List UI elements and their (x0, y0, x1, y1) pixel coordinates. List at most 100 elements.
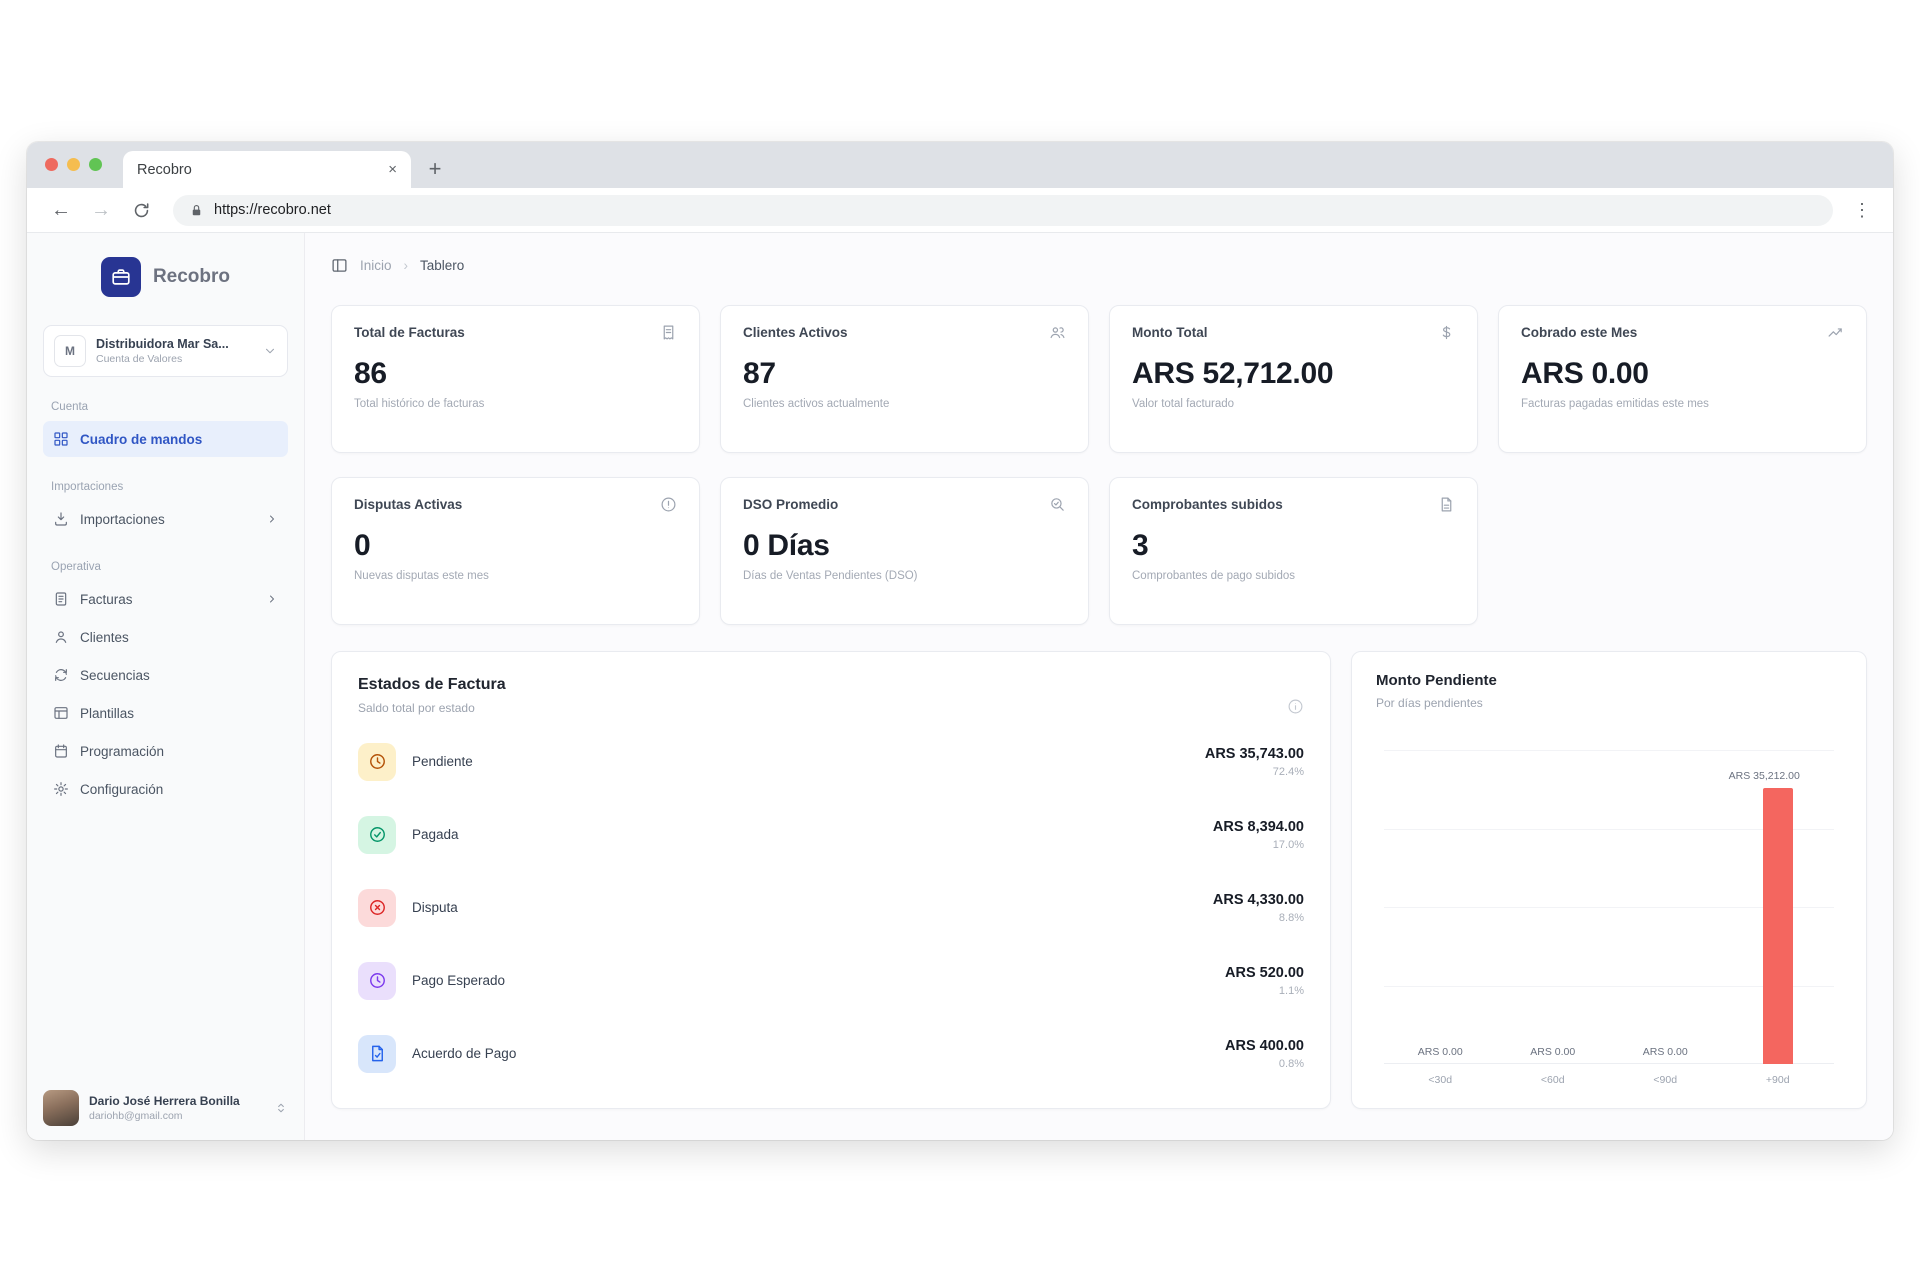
back-button[interactable]: ← (43, 192, 79, 228)
stat-card-total-de-facturas: Total de Facturas86Total histórico de fa… (331, 305, 700, 453)
lock-icon (189, 203, 204, 218)
trend-icon (1827, 324, 1844, 341)
sidebar-item-facturas[interactable]: Facturas (43, 581, 288, 617)
chart-category-label: <90d (1653, 1074, 1677, 1086)
sidebar-item-label: Cuadro de mandos (80, 432, 202, 447)
card-value: ARS 0.00 (1521, 357, 1844, 391)
chart-category-label: <60d (1541, 1074, 1565, 1086)
briefcase-logo-icon (101, 257, 141, 297)
dollar-icon (1438, 324, 1455, 341)
stat-card-cobrado-este-mes: Cobrado este Mes ARS 0.00 Facturas pagadas… (1498, 305, 1867, 453)
chevron-right-icon (266, 593, 278, 605)
card-value: 87 (743, 357, 1066, 391)
card-value: 0 Días (743, 529, 1066, 563)
estado-pct: 0.8% (1225, 1058, 1304, 1070)
estado-list: PendienteARS 35,743.0072.4% Pagada ARS 8,3… (358, 725, 1304, 1090)
user-icon (53, 629, 69, 645)
estado-row-pendiente: PendienteARS 35,743.0072.4% (358, 743, 1304, 781)
chart-bar-value-label: ARS 0.00 (1530, 1046, 1575, 1058)
card-subtitle: Comprobantes de pago subidos (1132, 570, 1455, 582)
sidebar-item-label: Programación (80, 744, 164, 759)
estado-label: Pago Esperado (412, 973, 505, 988)
maximize-window-button[interactable] (89, 158, 102, 171)
url-text: https://recobro.net (214, 202, 331, 218)
tab-strip: Recobro × + (27, 142, 1893, 188)
sidebar-item-label: Importaciones (80, 512, 165, 527)
monto-pendiente-panel: Monto Pendiente Por días pendientes ARS … (1351, 651, 1867, 1109)
card-value: 3 (1132, 529, 1455, 563)
stat-card-dso-promedio: DSO Promedio 0 Días Días de Ventas Pendien… (720, 477, 1089, 625)
minimize-window-button[interactable] (67, 158, 80, 171)
card-title: Monto Total (1132, 325, 1207, 340)
card-title: DSO Promedio (743, 497, 838, 512)
sidebar-item-label: Clientes (80, 630, 129, 645)
card-value: 86 (354, 357, 677, 391)
file-icon (1438, 496, 1455, 513)
app-logo[interactable]: Recobro (43, 257, 288, 297)
card-subtitle: Total histórico de facturas (354, 398, 677, 410)
stat-card-monto-total: Monto TotalARS 52,712.00Valor total fact… (1109, 305, 1478, 453)
panel-title: Estados de Factura (358, 676, 1304, 694)
account-name: Distribuidora Mar Sa... (96, 337, 229, 351)
gear-icon (53, 781, 69, 797)
sidebar-item-plantillas[interactable]: Plantillas (43, 695, 288, 731)
estado-label: Pagada (412, 827, 459, 842)
chart-bar-value-label: ARS 35,212.00 (1729, 770, 1800, 782)
estado-label: Acuerdo de Pago (412, 1046, 516, 1061)
invoice-icon (53, 591, 69, 607)
sidebar-item-configuracion[interactable]: Configuración (43, 771, 288, 807)
close-window-button[interactable] (45, 158, 58, 171)
estado-amount: ARS 35,743.00 (1205, 746, 1304, 762)
sidebar-item-clientes[interactable]: Clientes (43, 619, 288, 655)
reload-button[interactable] (123, 192, 159, 228)
app-content: Recobro M Distribuidora Mar Sa... Cuenta… (27, 233, 1893, 1140)
chart-bar-column: ARS 0.00 (1609, 750, 1722, 1064)
url-bar[interactable]: https://recobro.net (173, 195, 1833, 226)
card-title: Comprobantes subidos (1132, 497, 1283, 512)
browser-menu-kebab-icon[interactable]: ⋮ (1847, 200, 1877, 221)
card-value: ARS 52,712.00 (1132, 357, 1455, 391)
estado-pct: 1.1% (1225, 985, 1304, 997)
chart-area: ARS 0.00ARS 0.00ARS 0.00ARS 35,212.00<30… (1376, 718, 1842, 1094)
calendar-icon (53, 743, 69, 759)
browser-tab[interactable]: Recobro × (123, 151, 411, 188)
new-tab-button[interactable]: + (419, 153, 451, 185)
estado-label: Disputa (412, 900, 458, 915)
browser-window: Recobro × + ← → https://recobro.net ⋮ Re… (27, 142, 1893, 1140)
account-subtitle: Cuenta de Valores (96, 353, 229, 365)
breadcrumb-separator: › (404, 258, 409, 273)
sidebar-section-header: Cuenta (51, 401, 280, 413)
card-subtitle: Clientes activos actualmente (743, 398, 1066, 410)
xcirc-icon (358, 889, 396, 927)
estado-amount: ARS 520.00 (1225, 965, 1304, 981)
main-content: Inicio › Tablero Total de Facturas86Tota… (305, 233, 1893, 1140)
sidebar-toggle-icon[interactable] (331, 257, 348, 274)
panel-subtitle: Saldo total por estado (358, 701, 1304, 715)
sidebar-item-cuadro-de-mandos[interactable]: Cuadro de mandos (43, 421, 288, 457)
traffic-lights (45, 158, 102, 171)
user-avatar (43, 1090, 79, 1126)
account-selector[interactable]: M Distribuidora Mar Sa... Cuenta de Valo… (43, 325, 288, 377)
chart-bar-column: ARS 0.00 (1497, 750, 1610, 1064)
card-subtitle: Nuevas disputas este mes (354, 570, 677, 582)
card-subtitle: Días de Ventas Pendientes (DSO) (743, 570, 1066, 582)
filecheck-icon (358, 1035, 396, 1073)
sidebar-item-label: Configuración (80, 782, 163, 797)
stat-cards-row-2: Disputas Activas0Nuevas disputas este me… (331, 477, 1867, 625)
chart-category-label: +90d (1766, 1074, 1790, 1086)
sidebar-item-importaciones[interactable]: Importaciones (43, 501, 288, 537)
estado-row-pago-esperado: Pago Esperado ARS 520.00 1.1% (358, 962, 1304, 1000)
sidebar-item-programacion[interactable]: Programación (43, 733, 288, 769)
estado-amount: ARS 8,394.00 (1213, 819, 1304, 835)
info-icon[interactable] (1287, 698, 1304, 715)
breadcrumb-current: Tablero (420, 258, 464, 273)
stat-card-disputas-activas: Disputas Activas0Nuevas disputas este me… (331, 477, 700, 625)
sidebar-item-secuencias[interactable]: Secuencias (43, 657, 288, 693)
user-profile[interactable]: Dario José Herrera Bonilla dariohb@gmail… (43, 1078, 288, 1126)
estado-pct: 17.0% (1213, 839, 1304, 851)
card-title: Cobrado este Mes (1521, 325, 1637, 340)
card-subtitle: Facturas pagadas emitidas este mes (1521, 398, 1844, 410)
tab-close-icon[interactable]: × (388, 162, 397, 177)
user-email: dariohb@gmail.com (89, 1110, 240, 1122)
breadcrumb-home[interactable]: Inicio (360, 258, 392, 273)
